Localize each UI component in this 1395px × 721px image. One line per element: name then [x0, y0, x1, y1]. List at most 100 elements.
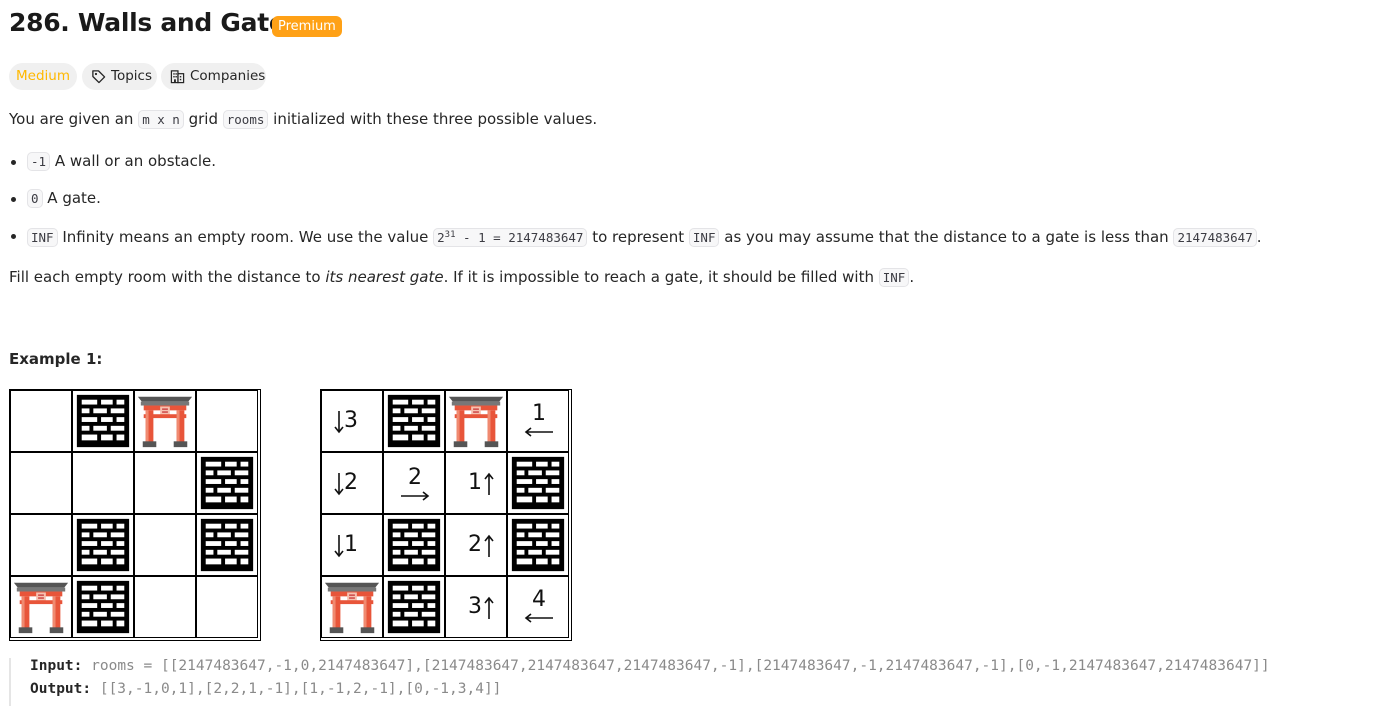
building-icon [170, 70, 185, 84]
arrow-down-icon [334, 535, 344, 558]
code-inf-2: INF [688, 228, 720, 247]
distance-value: 4 [532, 587, 546, 612]
wall-icon [197, 453, 257, 513]
arrow-up-icon [484, 596, 494, 619]
arrow-left-icon [524, 613, 553, 623]
wall-icon [384, 515, 444, 575]
input-grid-illustration [9, 389, 261, 641]
input-grid-cell [10, 514, 72, 576]
bullet [11, 160, 16, 165]
output-grid-cell [383, 390, 445, 452]
output-grid-cell [507, 514, 569, 576]
distance-value: 3 [344, 408, 358, 433]
wall-icon [73, 391, 133, 451]
item-text: A wall or an obstacle. [50, 152, 216, 170]
output-grid-illustration: 3 1 2 2 1 1 2 3 4 [320, 389, 572, 641]
output-grid-cell: 2 [321, 452, 383, 514]
input-grid-cell [196, 514, 258, 576]
code-max-int: 2147483647 [1173, 228, 1257, 247]
companies-button[interactable]: Companies [161, 63, 266, 90]
input-grid-cell [196, 452, 258, 514]
code-gate: 0 [27, 189, 43, 208]
output-grid-cell: 2 [445, 514, 507, 576]
distance-value: 2 [468, 532, 482, 557]
wall-icon [73, 515, 133, 575]
intro-text-3: initialized with these three possible va… [268, 110, 598, 128]
intro-text-2: grid [183, 110, 223, 128]
distance-value: 1 [468, 470, 482, 495]
output-grid-cell: 1 [507, 390, 569, 452]
input-grid-cell [196, 576, 258, 638]
distance-value: 3 [468, 594, 482, 619]
list-item-wall: -1 A wall or an obstacle. [27, 150, 216, 173]
output-grid-cell [383, 576, 445, 638]
difficulty-badge: Medium [9, 63, 77, 90]
output-label: Output: [30, 681, 92, 697]
code-mxn: m x n [138, 110, 184, 129]
problem-title: 286. Walls and Gates [9, 8, 301, 37]
arrow-down-icon [334, 473, 344, 496]
item-text: Infinity means an empty room. We use the… [57, 228, 434, 246]
code-inf: INF [27, 228, 58, 247]
input-grid-cell [72, 452, 134, 514]
distance-value: 1 [532, 401, 546, 426]
intro-text-1: You are given an [9, 110, 139, 128]
code-rooms: rooms [222, 110, 269, 129]
wall-icon [508, 453, 568, 513]
intro-paragraph: You are given an m x n grid rooms initia… [9, 108, 597, 131]
input-grid-cell [10, 390, 72, 452]
item-text: A gate. [42, 189, 101, 207]
example-title: Example 1: [9, 350, 103, 368]
distance-value: 2 [408, 465, 422, 490]
output-value: [[3,-1,0,1],[2,2,1,-1],[1,-1,2,-1],[0,-1… [99, 681, 502, 697]
output-grid-cell [383, 514, 445, 576]
input-grid-cell [134, 452, 196, 514]
code-wall: -1 [27, 152, 51, 171]
output-grid-cell: 2 [383, 452, 445, 514]
output-grid-cell: 3 [445, 576, 507, 638]
fill-emphasis: its nearest gate [325, 268, 444, 286]
input-value: rooms = [[2147483647,-1,0,2147483647],[2… [91, 658, 1270, 674]
input-label: Input: [30, 658, 83, 674]
example-io-block: Input: rooms = [[2147483647,-1,0,2147483… [9, 658, 1386, 706]
output-grid-cell: 4 [507, 576, 569, 638]
output-grid-cell [507, 452, 569, 514]
gate-icon [446, 391, 506, 451]
tag-icon [92, 70, 106, 84]
distance-value: 2 [344, 470, 358, 495]
wall-icon [508, 515, 568, 575]
arrow-left-icon [524, 427, 553, 437]
wall-icon [197, 515, 257, 575]
wall-icon [384, 577, 444, 637]
premium-badge[interactable]: Premium [272, 16, 342, 37]
input-grid-cell [134, 576, 196, 638]
arrow-up-icon [484, 534, 494, 557]
item-text: . [1256, 228, 1262, 246]
input-grid-cell [10, 576, 72, 638]
input-grid-cell [72, 576, 134, 638]
item-text: as you may assume that the distance to a… [719, 228, 1174, 246]
list-item-gate: 0 A gate. [27, 187, 101, 210]
input-grid-cell [10, 452, 72, 514]
topics-button[interactable]: Topics [82, 63, 157, 90]
wall-icon [73, 577, 133, 637]
input-line: Input: rooms = [[2147483647,-1,0,2147483… [30, 658, 1270, 674]
companies-label: Companies [190, 68, 266, 84]
wall-icon [384, 391, 444, 451]
arrow-right-icon [401, 491, 430, 501]
arrow-up-icon [484, 472, 494, 495]
code-power: 231 - 1 = 2147483647 [433, 228, 588, 247]
fill-paragraph: Fill each empty room with the distance t… [9, 266, 914, 289]
input-grid-cell [196, 390, 258, 452]
topics-label: Topics [111, 68, 152, 84]
list-item-inf: INF Infinity means an empty room. We use… [27, 224, 1262, 249]
bullet [11, 197, 16, 202]
gate-icon [11, 577, 71, 637]
input-grid-cell [72, 514, 134, 576]
output-grid-cell [445, 390, 507, 452]
item-text: to represent [587, 228, 689, 246]
fill-text-2: . If it is impossible to reach a gate, i… [443, 268, 879, 286]
gate-icon [135, 391, 195, 451]
arrow-down-icon [334, 411, 344, 434]
input-grid-cell [72, 390, 134, 452]
